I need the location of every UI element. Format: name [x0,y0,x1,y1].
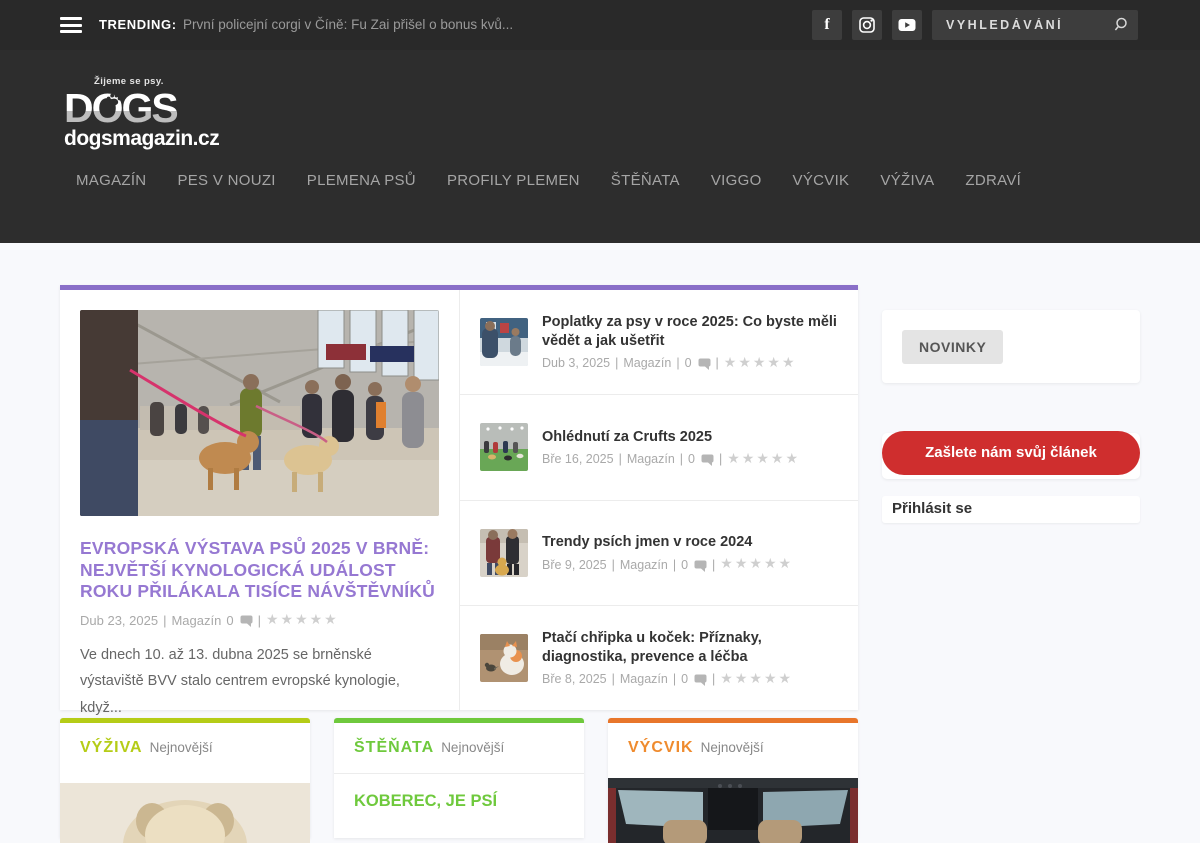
comment-count[interactable]: 0 [226,613,233,628]
list-item: Poplatky za psy v roce 2025: Co byste mě… [460,290,858,395]
nav-item-pes-v-nouzi[interactable]: PES V NOUZI [177,172,275,189]
social-links: f [812,10,922,40]
nav-item-zdravi[interactable]: ZDRAVÍ [965,172,1021,189]
category-box-vyziva: VÝŽIVA Nejnovější [60,718,310,838]
youtube-icon[interactable] [892,10,922,40]
category-post-title[interactable]: KOBEREC, JE PSÍ [354,791,564,812]
article-title[interactable]: Ptačí chřipka u koček: Příznaky, diagnos… [542,629,838,667]
comment-count[interactable]: 0 [685,356,692,370]
sidebar-novinky-card: NOVINKY [882,310,1140,383]
paw-icon [104,89,124,109]
rating-stars: ★★★★★ [266,611,339,628]
article-title[interactable]: Ohlédnutí za Crufts 2025 [542,428,838,447]
comment-icon [698,358,711,370]
article-list: Poplatky za psy v roce 2025: Co byste mě… [459,290,858,710]
article-date[interactable]: Bře 9, 2025 [542,558,607,572]
nav-item-magazin[interactable]: MAGAZÍN [76,172,146,189]
nav-item-vyziva[interactable]: VÝŽIVA [880,172,934,189]
search-icon[interactable] [1113,17,1129,33]
category-box-stenata: ŠTĚŇATA Nejnovější KOBEREC, JE PSÍ [334,718,584,838]
submit-article-button[interactable]: Zašlete nám svůj článek [882,431,1140,475]
article-category[interactable]: Magazín [627,452,675,466]
article-title[interactable]: Poplatky za psy v roce 2025: Co byste mě… [542,313,838,351]
category-title-stenata[interactable]: ŠTĚŇATA [354,739,434,756]
login-link[interactable]: Přihlásit se [882,496,1140,523]
rating-stars: ★★★★★ [720,670,793,687]
nav-item-profily-plemen[interactable]: PROFILY PLEMEN [447,172,580,189]
instagram-icon[interactable] [852,10,882,40]
category-subtitle: Nejnovější [441,740,504,755]
nav-item-stenata[interactable]: ŠTĚŇATA [611,172,680,189]
article-date[interactable]: Dub 23, 2025 [80,613,158,628]
featured-article-title[interactable]: EVROPSKÁ VÝSTAVA PSŮ 2025 V BRNĚ: NEJVĚT… [80,538,439,603]
article-category[interactable]: Magazín [171,613,221,628]
article-thumbnail[interactable] [480,634,528,682]
article-date[interactable]: Dub 3, 2025 [542,356,610,370]
tab-novinky[interactable]: NOVINKY [902,330,1003,364]
featured-article: EVROPSKÁ VÝSTAVA PSŮ 2025 V BRNĚ: NEJVĚT… [60,290,459,710]
nav-item-plemena-psu[interactable]: PLEMENA PSŮ [307,172,416,189]
comment-icon [701,454,714,466]
category-post-image[interactable] [608,778,858,843]
list-item: Ptačí chřipka u koček: Příznaky, diagnos… [460,606,858,710]
list-item: Ohlédnutí za Crufts 2025 Bře 16, 2025 | … [460,395,858,500]
article-date[interactable]: Bře 16, 2025 [542,452,614,466]
category-post-image[interactable] [60,783,310,843]
comment-icon [240,615,253,627]
comment-icon [694,674,707,686]
nav-item-viggo[interactable]: VIGGO [711,172,762,189]
article-thumbnail[interactable] [480,529,528,577]
featured-article-meta: Dub 23, 2025 | Magazín 0 | ★★★★★ [80,613,439,628]
nav-item-vycvik[interactable]: VÝCVIK [793,172,850,189]
category-subtitle: Nejnovější [701,740,764,755]
comment-icon [694,560,707,572]
trending-article-link[interactable]: První policejní corgi v Číně: Fu Zai při… [183,17,513,32]
rating-stars: ★★★★★ [724,354,797,371]
search-input[interactable] [932,10,1102,40]
category-subtitle: Nejnovější [150,740,213,755]
trending-label: TRENDING: [99,17,177,32]
rating-stars: ★★★★★ [727,450,800,467]
article-title[interactable]: Trendy psích jmen v roce 2024 [542,533,838,552]
article-date[interactable]: Bře 8, 2025 [542,672,607,686]
article-thumbnail[interactable] [480,423,528,471]
main-navigation: MAGAZÍN PES V NOUZI PLEMENA PSŮ PROFILY … [76,172,1021,189]
featured-article-excerpt: Ve dnech 10. až 13. dubna 2025 se brněns… [80,642,439,722]
comment-count[interactable]: 0 [681,558,688,572]
list-item: Trendy psích jmen v roce 2024 Bře 9, 202… [460,501,858,606]
article-category[interactable]: Magazín [620,558,668,572]
featured-article-image[interactable] [80,310,439,516]
category-box-vycvik: VÝCVIK Nejnovější [608,718,858,838]
comment-count[interactable]: 0 [681,672,688,686]
rating-stars: ★★★★★ [720,555,793,572]
top-bar: TRENDING: První policejní corgi v Číně: … [0,0,1200,50]
category-title-vycvik[interactable]: VÝCVIK [628,739,694,756]
comment-count[interactable]: 0 [688,452,695,466]
facebook-icon[interactable]: f [812,10,842,40]
article-category[interactable]: Magazín [623,356,671,370]
logo-text: DOGS [64,87,214,130]
article-category[interactable]: Magazín [620,672,668,686]
divider [334,773,584,774]
search-box [932,10,1138,40]
featured-posts-card: EVROPSKÁ VÝSTAVA PSŮ 2025 V BRNĚ: NEJVĚT… [60,285,858,710]
hamburger-menu-icon[interactable] [60,17,82,33]
site-header: Žijeme se psy. DOGS dogsmagazin.cz MAGAZ… [0,50,1200,243]
category-title-vyziva[interactable]: VÝŽIVA [80,739,143,756]
site-logo[interactable]: Žijeme se psy. DOGS dogsmagazin.cz [64,76,214,151]
article-thumbnail[interactable] [480,318,528,366]
